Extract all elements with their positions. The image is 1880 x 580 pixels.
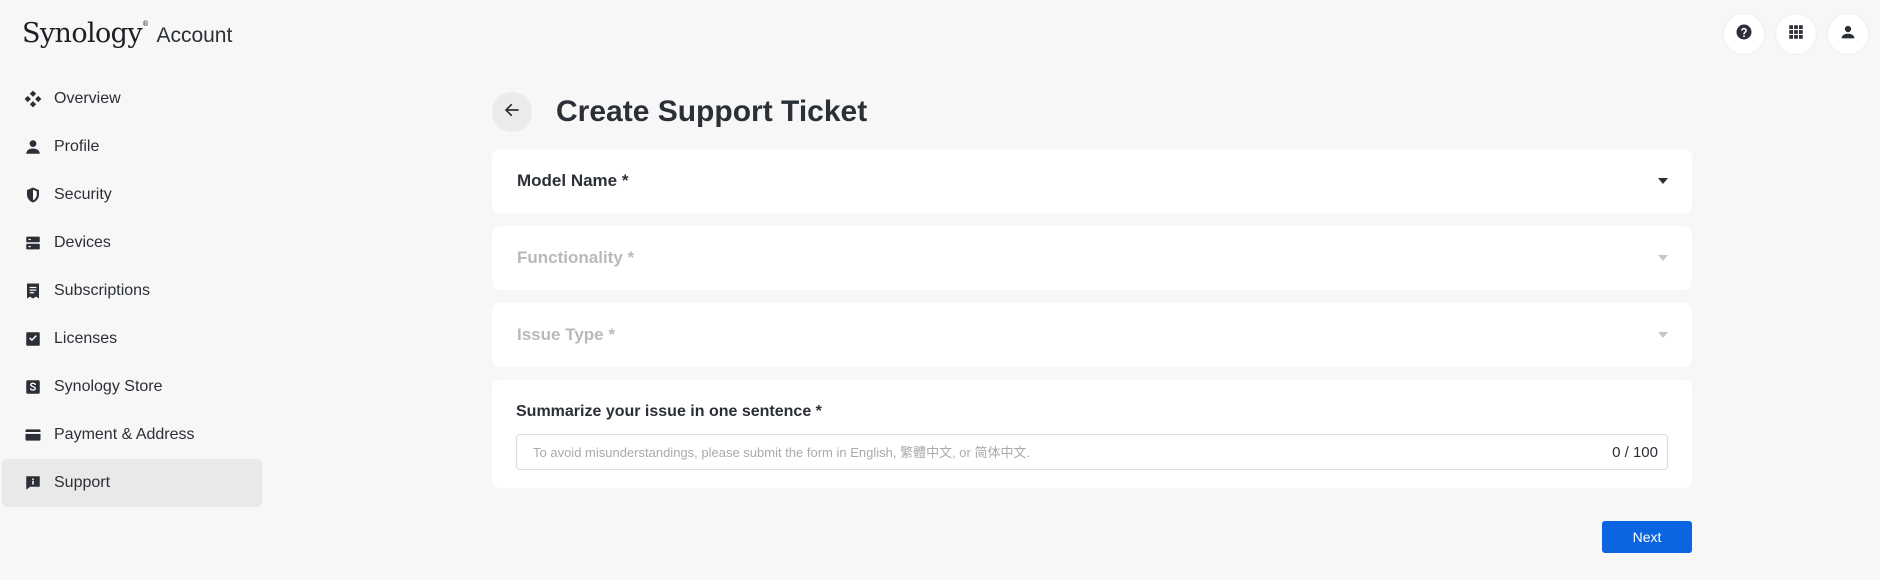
character-counter: 0 / 100 [1612, 443, 1658, 461]
model-name-select[interactable]: Model Name * [492, 149, 1692, 213]
sidebar-item-overview[interactable]: Overview [2, 75, 262, 123]
arrow-left-icon [503, 101, 521, 124]
user-menu-button[interactable] [1828, 14, 1868, 54]
functionality-label: Functionality * [517, 248, 635, 267]
page-title: Create Support Ticket [556, 95, 868, 128]
issue-type-select[interactable]: Issue Type * [492, 303, 1692, 367]
sidebar-item-label: Profile [54, 138, 100, 155]
title-row: Create Support Ticket [492, 92, 1692, 132]
sidebar-item-label: Synology Store [54, 378, 163, 395]
functionality-select[interactable]: Functionality * [492, 226, 1692, 290]
caret-down-icon [1658, 332, 1668, 338]
help-button[interactable] [1724, 14, 1764, 54]
credit-card-icon [24, 426, 42, 444]
brand-wordmark: Synology® [22, 18, 149, 49]
sidebar-nav: Overview Profile Security Devices Subscr… [2, 75, 262, 507]
model-name-label: Model Name * [517, 171, 629, 190]
sidebar-item-label: Overview [54, 90, 121, 107]
footer-actions: Next [492, 521, 1692, 553]
receipt-icon [24, 282, 42, 300]
sidebar-item-synology-store[interactable]: Synology Store [2, 363, 262, 411]
sidebar-item-label: Subscriptions [54, 282, 151, 299]
server-icon [24, 234, 42, 252]
user-icon [1839, 23, 1857, 46]
help-icon [1735, 23, 1753, 46]
caret-down-icon [1658, 255, 1668, 261]
next-button[interactable]: Next [1602, 521, 1692, 553]
sidebar-item-devices[interactable]: Devices [2, 219, 262, 267]
issue-type-label: Issue Type * [517, 325, 615, 344]
summary-label: Summarize your issue in one sentence * [516, 403, 822, 420]
sidebar-item-support[interactable]: Support [2, 459, 262, 507]
app-root: Synology® Account Overview Profile Secur… [0, 0, 1880, 580]
main-content: Create Support Ticket Model Name * Funct… [492, 92, 1692, 553]
sidebar-item-security[interactable]: Security [2, 171, 262, 219]
sidebar-item-label: Licenses [54, 330, 118, 347]
sidebar-item-profile[interactable]: Profile [2, 123, 262, 171]
summary-input[interactable] [533, 435, 1613, 469]
sidebar-item-payment-address[interactable]: Payment & Address [2, 411, 262, 459]
sidebar-item-label: Devices [54, 234, 111, 251]
header-actions [1724, 14, 1868, 54]
overview-icon [24, 90, 42, 108]
sidebar-item-licenses[interactable]: Licenses [2, 315, 262, 363]
person-icon [24, 138, 42, 156]
support-icon [24, 474, 42, 492]
caret-down-icon [1658, 178, 1668, 184]
summary-card: Summarize your issue in one sentence * 0… [492, 380, 1692, 488]
apps-button[interactable] [1776, 14, 1816, 54]
summary-input-wrapper: 0 / 100 [516, 434, 1668, 470]
license-icon [24, 330, 42, 348]
sidebar-item-label: Security [54, 186, 112, 203]
sidebar-item-subscriptions[interactable]: Subscriptions [2, 267, 262, 315]
sidebar-item-label: Payment & Address [54, 426, 195, 443]
product-name: Account [156, 24, 233, 47]
shield-icon [24, 186, 42, 204]
back-button[interactable] [492, 92, 532, 132]
sidebar-item-label: Support [54, 474, 111, 491]
synology-account-logo[interactable]: Synology® Account [22, 18, 232, 52]
store-icon [24, 378, 42, 396]
apps-grid-icon [1787, 23, 1805, 46]
